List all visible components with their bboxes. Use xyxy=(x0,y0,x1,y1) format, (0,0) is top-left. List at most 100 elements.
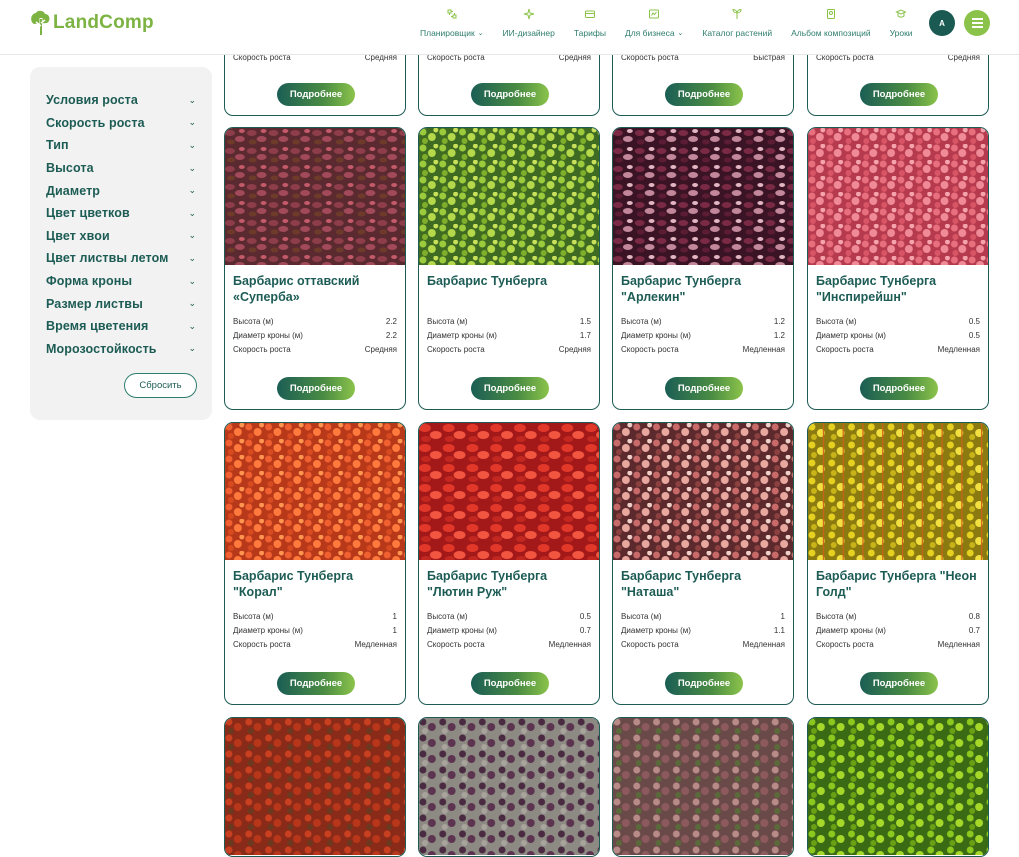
filter-12[interactable]: Морозостойкость ⌄ xyxy=(30,338,212,361)
spec-height: Высота (м) 1 xyxy=(233,612,397,626)
details-button[interactable]: Подробнее xyxy=(471,672,549,695)
spec-value: Медленная xyxy=(742,344,785,354)
filter-10[interactable]: Размер листвы ⌄ xyxy=(30,292,212,315)
plant-card[interactable]: Барбарис Тунберга "Лютин Руж" Высота (м) 0… xyxy=(418,422,600,705)
filter-9[interactable]: Форма кроны ⌄ xyxy=(30,270,212,293)
chevron-down-icon: ⌄ xyxy=(188,298,196,309)
plant-name[interactable]: Барбарис Тунберга xyxy=(419,274,599,305)
plant-photo[interactable] xyxy=(225,423,405,560)
plant-card[interactable]: Барбарис Тунберга "Неон Голд" Высота (м) 0… xyxy=(807,422,989,705)
spec-speed: Скорость роста Медленная xyxy=(233,640,397,654)
spec-label: Диаметр кроны (м) xyxy=(621,330,691,340)
plant-name[interactable]: Барбарис Тунберга "Арлекин" xyxy=(613,274,793,305)
nav-item-6[interactable]: Альбом композиций xyxy=(791,8,871,38)
details-button[interactable]: Подробнее xyxy=(277,83,355,106)
spec-diameter: Диаметр кроны (м) 0.7 xyxy=(427,626,591,640)
plant-name[interactable]: Барбарис Тунберга "Неон Голд" xyxy=(808,569,988,600)
details-button[interactable]: Подробнее xyxy=(665,83,743,106)
spec-label: Диаметр кроны (м) xyxy=(427,330,497,340)
nav-item-label: Планировщик ⌄ xyxy=(420,28,484,38)
plant-name[interactable]: Барбарис Тунберга "Наташа" xyxy=(613,569,793,600)
filter-8[interactable]: Цвет листвы летом ⌄ xyxy=(30,247,212,270)
spec-label: Высота (м) xyxy=(427,317,468,326)
plant-photo[interactable] xyxy=(419,128,599,265)
filter-11[interactable]: Время цветения ⌄ xyxy=(30,315,212,338)
plant-card[interactable] xyxy=(418,717,600,857)
plant-photo[interactable] xyxy=(419,423,599,560)
plant-photo[interactable] xyxy=(225,128,405,265)
spec-value: 1.2 xyxy=(773,317,785,326)
spec-value: Средняя xyxy=(558,53,591,62)
filter-label: Время цветения xyxy=(46,319,149,334)
details-button[interactable]: Подробнее xyxy=(277,672,355,695)
plant-photo[interactable] xyxy=(808,718,988,855)
spec-label: Скорость роста xyxy=(427,639,485,649)
plant-name[interactable]: Барбарис Тунберга "Инспирейшн" xyxy=(808,274,988,305)
account-button[interactable]: А xyxy=(929,10,955,36)
nav-item-5[interactable]: Каталог растений xyxy=(702,8,772,38)
plant-photo[interactable] xyxy=(808,423,988,560)
plant-photo[interactable] xyxy=(613,423,793,560)
filter-2[interactable]: Скорость роста ⌄ xyxy=(30,112,212,135)
reset-filters-button[interactable]: Сбросить xyxy=(124,373,197,398)
spec-value: 1 xyxy=(780,612,785,621)
plant-card[interactable]: Барбарис оттавский «Суперба» Высота (м) 2.… xyxy=(224,127,406,410)
plant-card[interactable] xyxy=(807,717,989,857)
spec-height: Высота (м) 0.5 xyxy=(816,317,980,331)
spec-value: 2.2 xyxy=(385,330,397,340)
nav-item-1[interactable]: Планировщик ⌄ xyxy=(420,8,484,38)
logo[interactable]: LandComp xyxy=(30,10,154,36)
plant-card[interactable]: Барбарис Тунберга "Наташа" Высота (м) 1 Диа… xyxy=(612,422,794,705)
plant-card[interactable]: Барбарис Тунберга "Корал" Высота (м) 1 Диам… xyxy=(224,422,406,705)
plant-name[interactable]: Барбарис Тунберга "Корал" xyxy=(225,569,405,600)
details-button[interactable]: Подробнее xyxy=(665,672,743,695)
filter-7[interactable]: Цвет хвои ⌄ xyxy=(30,225,212,248)
plant-card[interactable]: Барбарис Тунберга "Инспирейшн" Высота (м)… xyxy=(807,127,989,410)
chevron-down-icon: ⌄ xyxy=(188,343,196,354)
spec-value: 0.5 xyxy=(968,317,980,326)
plant-photo[interactable] xyxy=(613,718,793,855)
chevron-down-icon: ⌄ xyxy=(188,94,196,105)
details-button[interactable]: Подробнее xyxy=(860,83,938,106)
plant-photo[interactable] xyxy=(225,718,405,855)
nav-item-7[interactable]: Уроки xyxy=(890,8,913,38)
details-button[interactable]: Подробнее xyxy=(277,377,355,400)
plant-card[interactable]: Барбарис Тунберга "Арлекин" Высота (м) 1.2… xyxy=(612,127,794,410)
nav-label-text: Уроки xyxy=(889,28,913,38)
spec-label: Высота (м) xyxy=(621,612,662,621)
spec-speed: Скорость роста Средняя xyxy=(233,53,397,67)
plant-card[interactable] xyxy=(224,717,406,857)
details-button[interactable]: Подробнее xyxy=(665,377,743,400)
plant-photo[interactable] xyxy=(808,128,988,265)
spec-label: Диаметр кроны (м) xyxy=(233,625,303,635)
plant-name[interactable]: Барбарис оттавский «Суперба» xyxy=(225,274,405,305)
spec-speed: Скорость роста Медленная xyxy=(816,345,980,359)
top-header: LandComp Планировщик ⌄ ИИ-дизайнер Тарифы Дл… xyxy=(0,0,1019,55)
plant-photo[interactable] xyxy=(613,128,793,265)
plant-card[interactable] xyxy=(612,717,794,857)
album-icon xyxy=(826,9,835,19)
details-button[interactable]: Подробнее xyxy=(860,672,938,695)
nav-item-2[interactable]: ИИ-дизайнер xyxy=(503,8,555,38)
filter-6[interactable]: Цвет цветков ⌄ xyxy=(30,202,212,225)
details-button[interactable]: Подробнее xyxy=(471,377,549,400)
business-icon xyxy=(649,9,660,19)
filter-1[interactable]: Условия роста ⌄ xyxy=(30,89,212,112)
plant-photo[interactable] xyxy=(419,718,599,855)
filter-label: Форма кроны xyxy=(46,274,133,289)
details-button[interactable]: Подробнее xyxy=(471,83,549,106)
plant-card[interactable]: Барбарис Тунберга Высота (м) 1.5 Диаметр кр… xyxy=(418,127,600,410)
filter-label: Морозостойкость xyxy=(46,341,157,356)
details-button[interactable]: Подробнее xyxy=(860,377,938,400)
nav-item-4[interactable]: Для бизнеса ⌄ xyxy=(625,8,683,38)
spec-label: Скорость роста xyxy=(816,53,874,62)
filter-3[interactable]: Тип ⌄ xyxy=(30,134,212,157)
spec-label: Диаметр кроны (м) xyxy=(427,625,497,635)
hamburger-menu-button[interactable] xyxy=(964,10,990,36)
plant-name[interactable]: Барбарис Тунберга "Лютин Руж" xyxy=(419,569,599,600)
spec-value: 1.7 xyxy=(579,330,591,340)
nav-item-3[interactable]: Тарифы xyxy=(574,8,606,38)
filter-5[interactable]: Диаметр ⌄ xyxy=(30,179,212,202)
spec-speed: Скорость роста Средняя xyxy=(427,345,591,359)
filter-4[interactable]: Высота ⌄ xyxy=(30,157,212,180)
